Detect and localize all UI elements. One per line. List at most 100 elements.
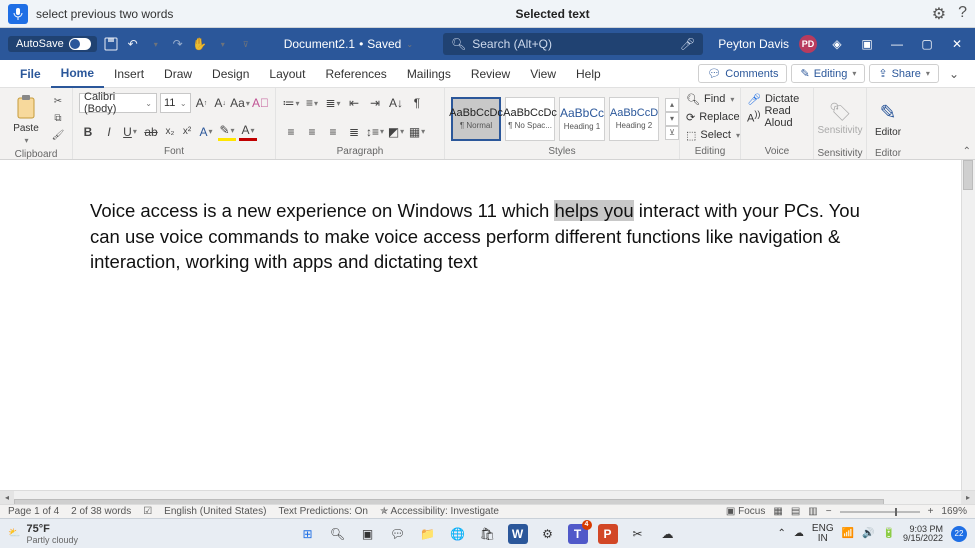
volume-icon[interactable]: 🔊 — [862, 528, 874, 539]
word-icon[interactable]: W — [508, 524, 528, 544]
tab-view[interactable]: View — [520, 60, 566, 88]
shading-icon[interactable]: ◩▾ — [387, 123, 405, 141]
clear-format-icon[interactable]: A⃠ — [252, 94, 269, 112]
style-no-spacing[interactable]: AaBbCcDc¶ No Spac... — [505, 97, 555, 141]
account-name[interactable]: Peyton Davis — [718, 37, 789, 51]
sort-icon[interactable]: A↓ — [387, 94, 405, 112]
spellcheck-icon[interactable]: ☑ — [143, 506, 152, 517]
zoom-slider[interactable] — [840, 511, 920, 513]
font-color-icon[interactable]: A▾ — [239, 123, 257, 141]
wifi-icon[interactable]: 📶 — [842, 528, 854, 539]
comments-button[interactable]: 💬︎Comments — [698, 64, 787, 83]
search-taskbar-icon[interactable]: 🔍︎ — [328, 524, 348, 544]
subscript-button[interactable]: x₂ — [163, 123, 177, 141]
store-icon[interactable]: 🛍︎ — [478, 524, 498, 544]
web-layout-icon[interactable]: ▥ — [808, 506, 817, 517]
superscript-button[interactable]: x² — [180, 123, 194, 141]
style-heading2[interactable]: AaBbCcDHeading 2 — [609, 97, 659, 141]
ribbon-caret-icon[interactable]: ⌄ — [943, 67, 965, 81]
language-indicator[interactable]: English (United States) — [164, 506, 266, 517]
qat-caret-icon[interactable]: ▾ — [215, 36, 231, 52]
diamond-icon[interactable]: ◈ — [827, 34, 847, 54]
tray-chevron-icon[interactable]: ⌃ — [778, 528, 786, 539]
font-size-select[interactable]: 11⌄ — [160, 93, 191, 113]
mic-icon[interactable] — [8, 4, 28, 24]
show-marks-icon[interactable]: ¶ — [408, 94, 426, 112]
accessibility-status[interactable]: ✯ Accessibility: Investigate — [380, 506, 499, 517]
settings-icon[interactable]: ⚙ — [932, 4, 946, 24]
avatar[interactable]: PD — [799, 35, 817, 53]
page-indicator[interactable]: Page 1 of 4 — [8, 506, 59, 517]
select-button[interactable]: ⬚Select▾ — [686, 127, 740, 143]
undo-icon[interactable]: ↶ — [125, 36, 141, 52]
minimize-button[interactable]: — — [887, 34, 907, 54]
style-heading1[interactable]: AaBbCcHeading 1 — [559, 97, 605, 141]
explorer-icon[interactable]: 📁 — [418, 524, 438, 544]
collapse-ribbon-icon[interactable]: ⌃ — [963, 146, 971, 157]
underline-button[interactable]: U▾ — [121, 123, 139, 141]
editor-button[interactable]: ✎ Editor — [868, 91, 908, 147]
numbering-icon[interactable]: ≡▾ — [303, 94, 321, 112]
horizontal-scrollbar[interactable]: ◂ ▸ — [0, 490, 975, 504]
shrink-font-icon[interactable]: A↓ — [212, 94, 228, 112]
grow-font-icon[interactable]: A↑ — [194, 94, 210, 112]
chevron-down-icon[interactable]: ▾ — [665, 112, 679, 126]
settings-taskbar-icon[interactable]: ⚙ — [538, 524, 558, 544]
tab-draw[interactable]: Draw — [154, 60, 202, 88]
help-icon[interactable]: ? — [958, 4, 967, 24]
bold-button[interactable]: B — [79, 123, 97, 141]
document-title[interactable]: Document2.1 • Saved ⌄ — [284, 37, 413, 51]
snip-icon[interactable]: ✂ — [628, 524, 648, 544]
italic-button[interactable]: I — [100, 123, 118, 141]
font-name-select[interactable]: Calibri (Body)⌄ — [79, 93, 157, 113]
tab-mailings[interactable]: Mailings — [397, 60, 461, 88]
mic-search-icon[interactable]: 🎤︎ — [680, 37, 695, 51]
read-mode-icon[interactable]: ▦ — [773, 506, 782, 517]
justify-icon[interactable]: ≣ — [345, 123, 363, 141]
task-view-icon[interactable]: ▣ — [358, 524, 378, 544]
tab-help[interactable]: Help — [566, 60, 611, 88]
borders-icon[interactable]: ▦▾ — [408, 123, 426, 141]
read-aloud-button[interactable]: A))Read Aloud — [747, 109, 807, 125]
powerpoint-icon[interactable]: P — [598, 524, 618, 544]
change-case-icon[interactable]: Aa▾ — [231, 94, 249, 112]
bullets-icon[interactable]: ≔▾ — [282, 94, 300, 112]
align-center-icon[interactable]: ≡ — [303, 123, 321, 141]
zoom-out-icon[interactable]: − — [826, 506, 832, 517]
increase-indent-icon[interactable]: ⇥ — [366, 94, 384, 112]
highlight-icon[interactable]: ✎▾ — [218, 123, 236, 141]
strike-button[interactable]: ab — [142, 123, 160, 141]
scrollbar-thumb[interactable] — [963, 160, 973, 190]
onedrive-icon[interactable]: ☁ — [658, 524, 678, 544]
tab-references[interactable]: References — [315, 60, 396, 88]
text-predictions[interactable]: Text Predictions: On — [278, 506, 367, 517]
word-count[interactable]: 2 of 38 words — [71, 506, 131, 517]
body-text[interactable]: Voice access is a new experience on Wind… — [90, 198, 871, 275]
styles-expand-icon[interactable]: ⊻ — [665, 126, 679, 140]
copy-icon[interactable]: ⧉ — [50, 111, 66, 125]
line-spacing-icon[interactable]: ↕≡▾ — [366, 123, 384, 141]
sensitivity-button[interactable]: 🏷︎ Sensitivity — [816, 91, 864, 147]
align-right-icon[interactable]: ≡ — [324, 123, 342, 141]
restore-button[interactable]: ▢ — [917, 34, 937, 54]
find-button[interactable]: 🔍︎Find▾ — [686, 91, 734, 107]
style-normal[interactable]: AaBbCcDc¶ Normal — [451, 97, 501, 141]
focus-mode-button[interactable]: ▣ Focus — [726, 506, 765, 517]
styles-scroll[interactable]: ▴▾⊻ — [665, 98, 679, 140]
touch-mode-icon[interactable]: ✋ — [192, 36, 208, 52]
chevron-up-icon[interactable]: ▴ — [665, 98, 679, 112]
tab-insert[interactable]: Insert — [104, 60, 154, 88]
weather-widget[interactable]: ⛅ 75°F Partly cloudy — [8, 523, 78, 545]
notification-badge[interactable]: 22 — [951, 526, 967, 542]
decrease-indent-icon[interactable]: ⇤ — [345, 94, 363, 112]
zoom-level[interactable]: 169% — [941, 506, 967, 517]
redo-icon[interactable]: ↷ — [170, 36, 186, 52]
tab-layout[interactable]: Layout — [259, 60, 315, 88]
editing-mode-button[interactable]: ✎Editing▾ — [791, 64, 865, 83]
battery-icon[interactable]: 🔋 — [883, 528, 895, 539]
autosave-toggle[interactable]: AutoSave — [8, 36, 97, 52]
page[interactable]: Voice access is a new experience on Wind… — [0, 160, 961, 490]
text-effects-icon[interactable]: A▾ — [197, 123, 215, 141]
cut-icon[interactable]: ✂ — [50, 94, 66, 108]
vertical-scrollbar[interactable] — [961, 160, 975, 490]
